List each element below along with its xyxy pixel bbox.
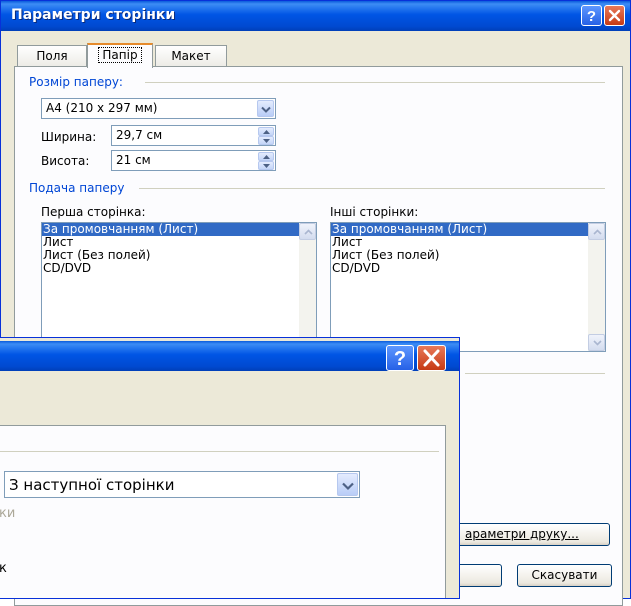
height-label: Висота: <box>41 154 90 168</box>
front-title-bar[interactable]: ? <box>0 341 459 371</box>
close-button[interactable] <box>604 5 625 26</box>
width-spin-up[interactable] <box>258 127 274 136</box>
question-icon: ? <box>587 8 596 25</box>
print-options-button[interactable]: араметри друку... <box>456 523 610 546</box>
apply-to-value: З наступної сторінки <box>9 476 175 494</box>
other-pages-scrollbar[interactable] <box>588 223 605 351</box>
tab-margins-label: Поля <box>36 49 68 63</box>
chevron-down-icon <box>261 106 271 113</box>
help-button[interactable]: ? <box>581 5 602 26</box>
close-icon <box>423 349 440 367</box>
paper-size-dropdown-button[interactable] <box>257 100 274 117</box>
chevron-up-icon <box>263 155 270 159</box>
apply-to-combobox[interactable]: З наступної сторінки <box>4 471 360 498</box>
scroll-up-button[interactable] <box>588 223 605 240</box>
list-item[interactable]: За промовчанням (Лист) <box>331 223 605 236</box>
height-spin-up[interactable] <box>258 152 274 161</box>
first-page-scrollbar[interactable] <box>299 223 316 351</box>
tab-layout-label: Макет <box>171 49 211 63</box>
chevron-down-icon <box>593 340 602 346</box>
tab-paper-label: Папір <box>98 47 142 63</box>
first-page-label: Перша сторінка: <box>41 205 146 219</box>
dialog-title: Параметри сторінки <box>11 7 176 23</box>
tab-paper[interactable]: Папір <box>87 43 153 68</box>
chevron-up-icon <box>304 229 313 235</box>
width-spin-buttons <box>258 127 274 145</box>
partial-text-1: ки <box>0 506 16 521</box>
paper-size-value: A4 (210 x 297 мм) <box>46 101 158 115</box>
svg-text:?: ? <box>394 348 406 370</box>
paper-size-group-label: Розмір паперу: <box>29 75 123 89</box>
apply-to-dropdown-button[interactable] <box>337 473 358 496</box>
width-label: Ширина: <box>41 130 97 144</box>
close-icon <box>608 9 621 22</box>
chevron-down-icon <box>263 164 270 168</box>
group-divider <box>465 373 605 374</box>
group-divider <box>145 82 605 83</box>
paper-source-group-label: Подача паперу <box>29 181 125 195</box>
list-item[interactable]: CD/DVD <box>42 262 316 275</box>
chevron-up-icon <box>593 229 602 235</box>
other-pages-label: Інші сторінки: <box>330 205 419 219</box>
height-spinbox[interactable]: 21 см <box>111 150 276 171</box>
list-item[interactable]: За промовчанням (Лист) <box>42 223 316 236</box>
tab-margins[interactable]: Поля <box>17 45 87 67</box>
chevron-up-icon <box>263 130 270 134</box>
other-pages-listbox[interactable]: За промовчанням (Лист) Лист Лист (Без поле… <box>330 222 606 352</box>
help-button[interactable]: ? <box>386 345 414 371</box>
print-options-label: араметри друку... <box>465 527 579 541</box>
height-spin-buttons <box>258 152 274 170</box>
first-page-listbox[interactable]: За промовчанням (Лист) Лист Лист (Без поле… <box>41 222 317 352</box>
group-divider <box>139 188 605 189</box>
scroll-up-button[interactable] <box>299 223 316 240</box>
front-panel: З наступної сторінки ки к <box>0 425 446 598</box>
partial-text-2: к <box>0 561 7 576</box>
tab-layout[interactable]: Макет <box>155 45 227 67</box>
cancel-button[interactable]: Скасувати <box>517 564 612 587</box>
width-value: 29,7 см <box>116 128 163 142</box>
width-spinbox[interactable]: 29,7 см <box>111 125 276 146</box>
svg-text:?: ? <box>587 8 596 25</box>
cancel-label: Скасувати <box>531 568 598 582</box>
height-value: 21 см <box>116 153 151 167</box>
front-dialog: ? З наступної сторінки ки к <box>0 337 460 599</box>
list-item[interactable]: CD/DVD <box>331 262 605 275</box>
group-divider <box>0 451 439 452</box>
close-button[interactable] <box>417 345 446 371</box>
width-spin-down[interactable] <box>258 136 274 145</box>
title-bar[interactable]: Параметри сторінки ? <box>1 1 630 31</box>
ok-button[interactable] <box>456 564 502 587</box>
scroll-down-button[interactable] <box>588 334 605 351</box>
first-page-list-items: За промовчанням (Лист) Лист Лист (Без поле… <box>42 223 316 275</box>
chevron-down-icon <box>263 139 270 143</box>
chevron-down-icon <box>342 482 354 491</box>
height-spin-down[interactable] <box>258 161 274 170</box>
question-icon: ? <box>394 348 406 370</box>
paper-size-combobox[interactable]: A4 (210 x 297 мм) <box>41 98 276 119</box>
other-pages-list-items: За промовчанням (Лист) Лист Лист (Без поле… <box>331 223 605 275</box>
